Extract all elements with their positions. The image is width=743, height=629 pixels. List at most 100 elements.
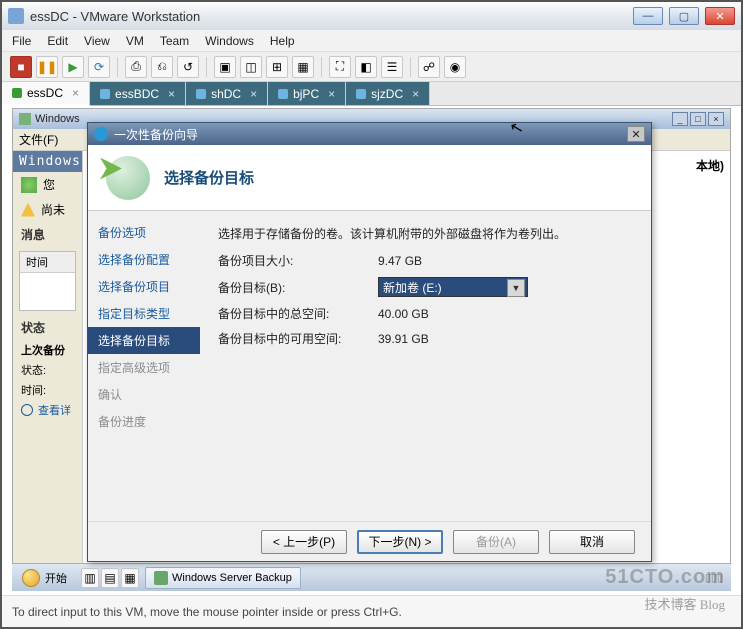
nav-confirm[interactable]: 确认 — [88, 381, 200, 408]
quicklaunch2-icon[interactable]: ▤ — [101, 568, 119, 588]
vmware-statusbar: To direct input to this VM, move the mou… — [2, 595, 741, 627]
vm-tabs: essDC× essBDC× shDC× bjPC× sjzDC× — [2, 82, 741, 106]
fullscreen-icon[interactable]: ⛶ — [329, 56, 351, 78]
wizard-main: 选择用于存储备份的卷。该计算机附带的外部磁盘将作为卷列出。 备份项目大小: 9.… — [200, 211, 651, 521]
tab-label: essBDC — [115, 87, 159, 101]
pause-icon[interactable]: ❚❚ — [36, 56, 58, 78]
nav-dest-target[interactable]: 选择备份目标 — [88, 327, 200, 354]
nav-backup-config[interactable]: 选择备份配置 — [88, 246, 200, 273]
tab-bjpc[interactable]: bjPC× — [268, 82, 346, 105]
menu-view[interactable]: View — [84, 34, 110, 48]
menu-team[interactable]: Team — [160, 34, 189, 48]
cancel-button[interactable]: 取消 — [549, 530, 635, 554]
wizard-titlebar[interactable]: 一次性备份向导 ✕ — [88, 123, 651, 145]
wizard-heading: 选择备份目标 — [164, 167, 254, 188]
multimode-icon[interactable]: ☰ — [381, 56, 403, 78]
free-space-label: 备份目标中的可用空间: — [218, 330, 378, 347]
guest-title: Windows — [35, 113, 80, 125]
tab-status-icon — [100, 89, 110, 99]
status-row: 状态: — [13, 360, 82, 380]
tab-essbdc[interactable]: essBDC× — [90, 82, 186, 105]
capture-icon[interactable]: ☍ — [418, 56, 440, 78]
vmware-titlebar: essDC - VMware Workstation — ▢ ✕ — [2, 2, 741, 30]
tab-sjzdc[interactable]: sjzDC× — [346, 82, 430, 105]
sidebar-you: 您 — [13, 172, 82, 197]
guest-max-button[interactable]: □ — [690, 112, 706, 126]
wizard-intro: 选择用于存储备份的卷。该计算机附带的外部磁盘将作为卷列出。 — [218, 225, 633, 242]
start-orb-icon — [22, 569, 40, 587]
tab-label: essDC — [27, 86, 63, 100]
nav-backup-items[interactable]: 选择备份项目 — [88, 273, 200, 300]
tab-status-icon — [196, 89, 206, 99]
tab-label: shDC — [211, 87, 241, 101]
size-label: 备份项目大小: — [218, 252, 378, 269]
messages-time-col: 时间 — [20, 252, 75, 273]
menu-file[interactable]: File — [12, 34, 31, 48]
warning-icon — [21, 203, 35, 217]
quicklaunch1-icon[interactable]: ▥ — [81, 568, 99, 588]
status-text: To direct input to this VM, move the mou… — [12, 605, 402, 619]
guest-app-icon — [19, 113, 31, 125]
sidebar-warn: 尚未 — [13, 197, 82, 222]
wizard-header-icon — [106, 156, 150, 200]
nav-advanced[interactable]: 指定高级选项 — [88, 354, 200, 381]
taskbar-app-button[interactable]: Windows Server Backup — [145, 567, 301, 589]
prev-button[interactable]: < 上一步(P) — [261, 530, 347, 554]
revert-icon[interactable]: ↺ — [177, 56, 199, 78]
menu-help[interactable]: Help — [270, 34, 295, 48]
next-button[interactable]: 下一步(N) > — [357, 530, 443, 554]
watermark-subtext: 技术博客 Blog — [644, 594, 725, 613]
nav-dest-type[interactable]: 指定目标类型 — [88, 300, 200, 327]
wizard-title-icon — [94, 127, 108, 141]
guest-close-button[interactable]: × — [708, 112, 724, 126]
minimize-button[interactable]: — — [633, 7, 663, 25]
maximize-button[interactable]: ▢ — [669, 7, 699, 25]
vmware-menubar: File Edit View VM Team Windows Help — [2, 30, 741, 52]
tab-shdc[interactable]: shDC× — [186, 82, 268, 105]
menu-edit[interactable]: Edit — [47, 34, 68, 48]
close-button[interactable]: ✕ — [705, 7, 735, 25]
messages-box: 时间 — [19, 251, 76, 311]
app-icon — [154, 571, 168, 585]
wizard-header: 选择备份目标 — [88, 145, 651, 211]
view4-icon[interactable]: ▦ — [292, 56, 314, 78]
sidebar-header: Windows — [13, 151, 82, 172]
power-off-icon[interactable]: ■ — [10, 56, 32, 78]
wizard-button-row: < 上一步(P) 下一步(N) > 备份(A) 取消 — [88, 521, 651, 561]
menu-windows[interactable]: Windows — [205, 34, 254, 48]
backup-wizard-dialog: 一次性备份向导 ✕ 选择备份目标 备份选项 选择备份配置 选择备份项目 指定目标… — [87, 122, 652, 562]
tab-status-icon — [278, 89, 288, 99]
watermark-text: 51CTO.com — [605, 566, 725, 589]
nav-backup-options[interactable]: 备份选项 — [88, 219, 200, 246]
snapshot-mgr-icon[interactable]: ⎌ — [151, 56, 173, 78]
total-space-label: 备份目标中的总空间: — [218, 305, 378, 322]
start-button[interactable]: 开始 — [12, 564, 77, 591]
size-value: 9.47 GB — [378, 254, 422, 268]
backup-icon — [21, 177, 37, 193]
tab-essdc[interactable]: essDC× — [2, 82, 90, 106]
snapshot-icon[interactable]: ⎙ — [125, 56, 147, 78]
backup-button: 备份(A) — [453, 530, 539, 554]
record-icon[interactable]: ◉ — [444, 56, 466, 78]
tab-label: sjzDC — [371, 87, 403, 101]
reset-icon[interactable]: ⟳ — [88, 56, 110, 78]
status-section-label: 状态 — [13, 315, 82, 340]
wizard-close-button[interactable]: ✕ — [627, 126, 645, 142]
nav-progress[interactable]: 备份进度 — [88, 408, 200, 435]
view2-icon[interactable]: ◫ — [240, 56, 262, 78]
view-details-link[interactable]: 查看详 — [13, 400, 82, 420]
quicklaunch3-icon[interactable]: ▦ — [121, 568, 139, 588]
guest-min-button[interactable]: _ — [672, 112, 688, 126]
local-label: 本地) — [696, 157, 724, 174]
wizard-title: 一次性备份向导 — [114, 126, 198, 143]
window-title: essDC - VMware Workstation — [30, 9, 200, 24]
menu-vm[interactable]: VM — [126, 34, 144, 48]
guest-file-menu[interactable]: 文件(F) — [19, 131, 58, 148]
play-icon[interactable]: ▶ — [62, 56, 84, 78]
target-select[interactable]: 新加卷 (E:) — [378, 277, 528, 297]
time-row: 时间: — [13, 380, 82, 400]
view3-icon[interactable]: ⊞ — [266, 56, 288, 78]
view1-icon[interactable]: ▣ — [214, 56, 236, 78]
unity-icon[interactable]: ◧ — [355, 56, 377, 78]
tab-label: bjPC — [293, 87, 319, 101]
